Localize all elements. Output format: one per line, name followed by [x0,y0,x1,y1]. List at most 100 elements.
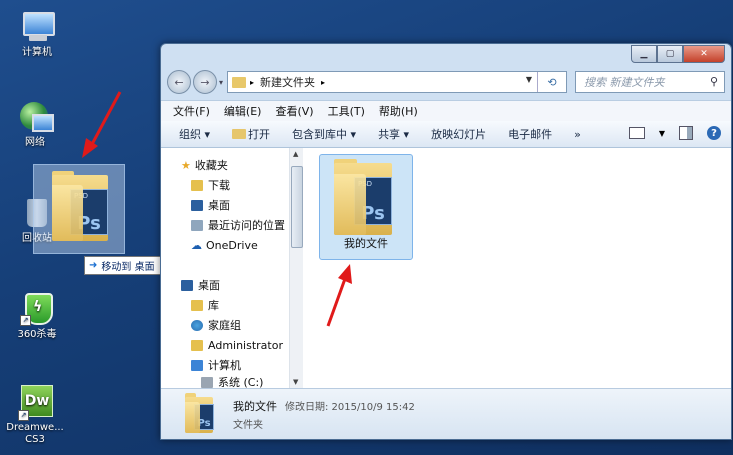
desktop-icon [191,199,203,211]
nav-item-desktop[interactable]: 桌面 [191,196,230,214]
file-item[interactable]: PSDPs 我的文件 [319,154,413,260]
nav-item-library[interactable]: 库 [191,296,219,314]
menu-view[interactable]: 查看(V) [275,103,313,119]
nav-favorites[interactable]: ★ 收藏夹 [181,156,228,174]
annotation-arrow-file [326,264,352,327]
desktop-icon-label: 网络 [25,137,45,148]
cloud-icon: ☁ [191,238,202,252]
computer-icon [20,10,55,44]
folder-ps-icon: PSDPs [334,159,392,235]
download-folder-icon [191,179,203,191]
desktop-icon-dreamweaver[interactable]: Dw ↗ Dreamwe... CS3 [4,385,66,446]
details-type: 文件夹 [233,420,263,431]
include-in-library-button[interactable]: 包含到库中 ▾ [292,126,356,142]
folder-ps-icon: PSDPs [52,171,108,241]
dreamweaver-icon: Dw ↗ [18,385,53,421]
back-button[interactable]: ← [167,70,191,94]
user-folder-icon [191,339,203,351]
open-button[interactable]: 打开 [232,126,270,142]
desktop-icon-network[interactable]: 网络 [4,100,66,149]
help-icon[interactable]: ? [707,126,721,140]
menu-file[interactable]: 文件(F) [173,103,210,119]
scroll-down-icon[interactable]: ▼ [293,378,298,386]
share-button[interactable]: 共享 ▾ [378,126,409,142]
search-icon[interactable]: ⚲ [710,75,718,88]
details-pane: Ps 我的文件 修改日期: 2015/10/9 15:42 文件夹 [161,388,731,439]
history-dropdown-icon[interactable]: ▾ [219,78,223,87]
open-label: 打开 [248,128,271,141]
scroll-thumb[interactable] [291,166,303,248]
shield-icon: ϟ ↗ [20,292,54,326]
menu-bar: 文件(F) 编辑(E) 查看(V) 工具(T) 帮助(H) [161,100,731,121]
chevron-down-icon[interactable]: ▼ [526,75,532,84]
nav-item-homegroup[interactable]: 家庭组 [191,316,241,334]
nav-label: 系统 (C:) [218,376,264,388]
menu-edit[interactable]: 编辑(E) [224,103,262,119]
nav-item-computer[interactable]: 计算机 [191,356,241,374]
search-input[interactable]: 搜索 新建文件夹 ⚲ [575,71,725,93]
nav-label: 家庭组 [208,319,241,332]
address-row: ← → ▾ ▸ 新建文件夹 ▸ ▼ ⟲ 搜索 新建文件夹 ⚲ [167,70,725,94]
nav-item-drive-c[interactable]: 系统 (C:) [201,376,263,388]
view-options-icon[interactable] [628,127,645,139]
drive-icon [201,376,213,388]
desktop-icon-360[interactable]: ϟ ↗ 360杀毒 [6,292,68,341]
recent-places-icon [191,219,203,231]
caption-buttons: ▁ ▢ ✕ [631,45,725,63]
chevron-right-icon: ▸ [250,77,255,87]
breadcrumb[interactable]: 新建文件夹 [260,74,315,90]
nav-desktop-root[interactable]: 桌面 [181,276,220,294]
folder-ps-icon: Ps [185,393,214,433]
file-list[interactable]: PSDPs 我的文件 [303,148,731,388]
preview-pane-icon[interactable] [679,126,693,140]
scroll-up-icon[interactable]: ▲ [293,150,298,158]
forward-button[interactable]: → [193,70,217,94]
library-icon [191,299,203,311]
menu-help[interactable]: 帮助(H) [379,103,418,119]
refresh-icon[interactable]: ⟲ [537,72,566,92]
more-button[interactable]: » [574,128,581,141]
desktop-icon-label: Dreamwe... [6,422,64,433]
email-button[interactable]: 电子邮件 [508,126,552,142]
nav-label: 桌面 [208,199,230,212]
nav-label: Administrator [208,338,283,352]
nav-label: 桌面 [198,279,220,292]
desktop-icon-label: 360杀毒 [17,329,57,340]
minimize-button[interactable]: ▁ [631,45,657,63]
nav-scrollbar[interactable]: ▲ ▼ [289,148,303,388]
nav-item-recent[interactable]: 最近访问的位置 [191,216,285,234]
nav-label: 计算机 [208,359,241,372]
nav-label: 库 [208,299,219,312]
menu-tools[interactable]: 工具(T) [328,103,365,119]
desktop-icon-label-line2: CS3 [25,434,45,445]
drag-tooltip: ➜ 移动到 桌面 [84,256,162,275]
file-name: 我的文件 [344,237,388,250]
drag-tooltip-text: 移动到 桌面 [101,262,155,273]
organize-button[interactable]: 组织 ▾ [179,126,210,142]
search-placeholder: 搜索 新建文件夹 [584,76,665,89]
computer-icon [191,359,203,371]
desktop-icon-computer[interactable]: 计算机 [6,10,68,59]
star-icon: ★ [181,158,191,172]
address-bar[interactable]: ▸ 新建文件夹 ▸ ▼ ⟲ [227,71,568,93]
details-file-name: 我的文件 [233,400,277,413]
explorer-window[interactable]: ▁ ▢ ✕ ← → ▾ ▸ 新建文件夹 ▸ ▼ ⟲ 搜索 新建文件夹 ⚲ 文件(… [160,43,732,440]
slideshow-button[interactable]: 放映幻灯片 [431,126,486,142]
open-folder-icon [232,129,247,139]
chevron-right-icon[interactable]: ▸ [321,78,325,87]
nav-item-onedrive[interactable]: ☁ OneDrive [191,236,258,254]
desktop-icon-label: 计算机 [22,47,52,58]
nav-item-downloads[interactable]: 下载 [191,176,230,194]
maximize-button[interactable]: ▢ [657,45,683,63]
network-globe-icon [18,100,54,134]
chevron-down-icon[interactable]: ▼ [659,129,665,138]
desktop-icon [181,279,193,291]
details-modified: 修改日期: 2015/10/9 15:42 [285,402,415,413]
nav-item-administrator[interactable]: Administrator [191,336,283,354]
navigation-pane: ★ 收藏夹 下载 桌面 最近访问的位置 ☁ OneDrive 桌面 库 家庭组 … [161,148,290,388]
nav-label: 最近访问的位置 [208,219,285,232]
folder-icon [232,76,247,88]
drag-ghost: PSDPs [33,164,125,254]
homegroup-icon [191,319,203,331]
close-button[interactable]: ✕ [683,45,725,63]
